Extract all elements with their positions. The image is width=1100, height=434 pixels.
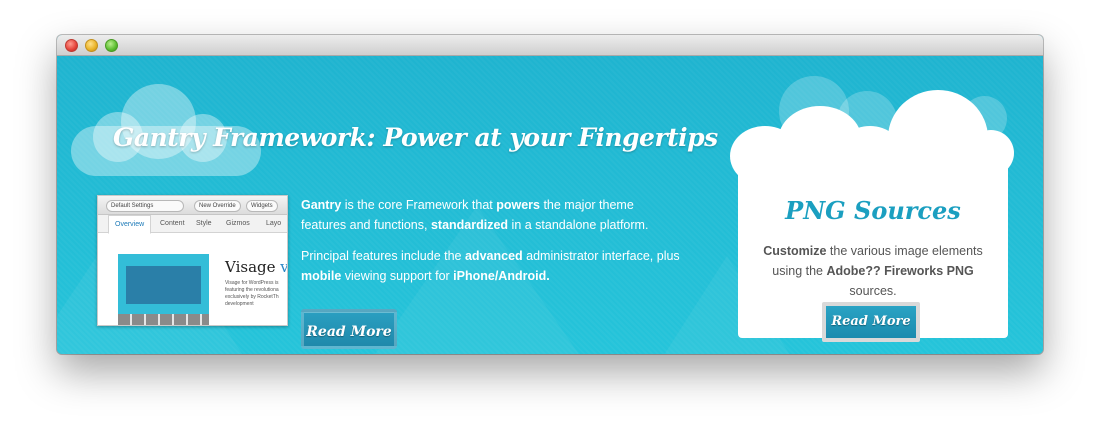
panel-read-more-button[interactable]: Read More [822,302,920,342]
hero-section: Gantry Framework: Power at your Fingerti… [57,56,1043,354]
panel-title: PNG Sources [785,196,961,225]
minimize-window-button[interactable] [85,39,98,52]
new-override-button: New Override [194,200,241,212]
hero-title: Gantry Framework: Power at your Fingerti… [113,123,718,152]
settings-select: Default Settings [106,200,184,212]
window-titlebar [57,35,1043,56]
admin-screenshot-thumbnail: Default Settings New Override Widgets Ov… [97,195,288,326]
browser-window: Gantry Framework: Power at your Fingerti… [57,35,1043,354]
site-preview-heading: Visage v [225,258,288,276]
close-window-button[interactable] [65,39,78,52]
hero-description: Gantry is the core Framework that powers… [301,195,681,297]
tab-gizmos: Gizmos [226,220,250,227]
description-paragraph-1: Gantry is the core Framework that powers… [301,198,649,232]
thumbnail-strip [118,314,209,325]
slideshow-image [126,266,201,304]
tab-layout: Layo [266,220,282,227]
tab-content: Content [160,220,185,227]
read-more-button[interactable]: Read More [301,309,397,349]
tab-style: Style [196,220,212,227]
thumbnail-tabs: Overview Content Style Gizmos Layo [98,215,287,234]
png-sources-panel: PNG Sources Customize the various image … [730,90,1014,342]
description-paragraph-2: Principal features include the advanced … [301,249,680,283]
widgets-button: Widgets [246,200,278,212]
tab-overview: Overview [108,215,152,234]
panel-description: Customize the various image elements usi… [763,244,983,298]
site-preview-image [118,254,209,316]
thumbnail-toolbar: Default Settings New Override Widgets [98,196,287,215]
site-preview-text: Visage for WordPress is featuring the re… [225,280,279,307]
maximize-window-button[interactable] [105,39,118,52]
